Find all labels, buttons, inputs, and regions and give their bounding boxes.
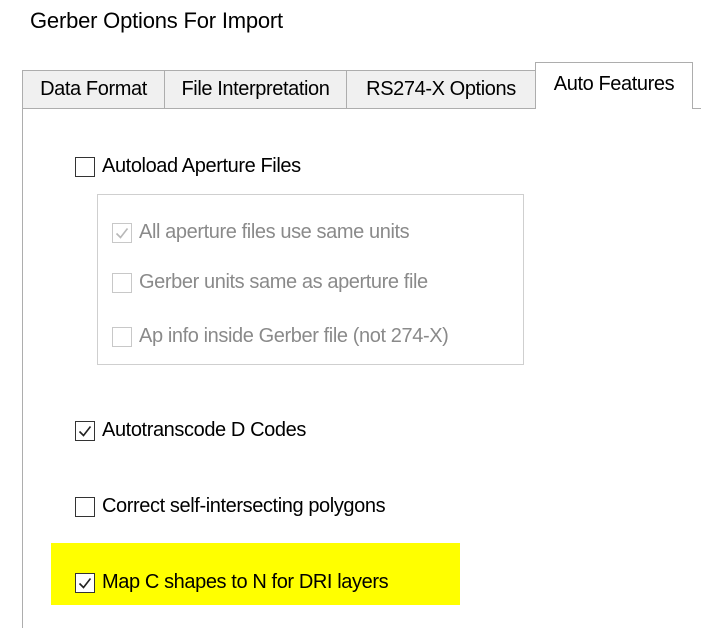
correct-polygons-option[interactable]: Correct self-intersecting polygons	[75, 495, 386, 518]
map-c-shapes-option[interactable]: Map C shapes to N for DRI layers	[75, 571, 389, 594]
map-c-shapes-checkbox[interactable]	[75, 572, 95, 593]
same-units-option[interactable]: All aperture files use same units	[112, 221, 410, 244]
tab-data-format[interactable]: Data Format	[22, 70, 165, 108]
autoload-aperture-files-checkbox[interactable]	[75, 156, 95, 177]
autoload-aperture-files-option[interactable]: Autoload Aperture Files	[75, 155, 301, 178]
check-icon	[78, 577, 92, 589]
same-units-checkbox[interactable]	[112, 222, 132, 243]
ap-info-option[interactable]: Ap info inside Gerber file (not 274-X)	[112, 325, 449, 348]
ap-info-label: Ap info inside Gerber file (not 274-X)	[139, 325, 449, 347]
tab-auto-features[interactable]: Auto Features	[535, 62, 693, 109]
check-icon	[78, 425, 92, 437]
correct-polygons-label: Correct self-intersecting polygons	[102, 495, 386, 517]
autoload-aperture-files-label: Autoload Aperture Files	[102, 155, 301, 177]
autotranscode-checkbox[interactable]	[75, 420, 95, 441]
gerber-units-label: Gerber units same as aperture file	[139, 271, 428, 293]
same-units-label: All aperture files use same units	[139, 221, 410, 243]
autotranscode-label: Autotranscode D Codes	[102, 419, 306, 441]
autotranscode-option[interactable]: Autotranscode D Codes	[75, 419, 306, 442]
map-c-shapes-label: Map C shapes to N for DRI layers	[102, 571, 389, 593]
correct-polygons-checkbox[interactable]	[75, 496, 95, 517]
check-icon	[115, 227, 129, 239]
tab-rs274x-options[interactable]: RS274-X Options	[346, 70, 536, 108]
ap-info-checkbox[interactable]	[112, 326, 132, 347]
gerber-units-option[interactable]: Gerber units same as aperture file	[112, 271, 428, 294]
tab-file-interpretation[interactable]: File Interpretation	[164, 70, 347, 108]
window-title: Gerber Options For Import	[30, 8, 283, 33]
gerber-units-checkbox[interactable]	[112, 272, 132, 293]
